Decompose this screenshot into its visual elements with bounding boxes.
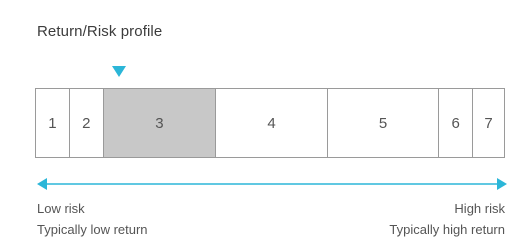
risk-scale: 1 2 3 4 5 6 7 [35,88,505,158]
risk-level-5: 5 [328,89,440,157]
high-risk-label: High risk [454,201,505,216]
risk-level-3: 3 [103,89,217,157]
high-return-label: Typically high return [389,222,505,237]
low-return-label: Typically low return [37,222,148,237]
risk-level-2: 2 [70,89,104,157]
risk-level-4: 4 [216,89,328,157]
risk-level-7: 7 [484,114,493,132]
double-arrow-icon [37,178,507,190]
low-risk-label: Low risk [37,201,85,216]
risk-level-1: 1 [36,89,70,157]
return-risk-profile: Return/Risk profile 1 2 3 4 5 6 7 Low ri… [0,0,519,250]
risk-level-6: 6 [439,89,474,157]
profile-title: Return/Risk profile [37,23,163,40]
selected-level-marker-icon [112,66,126,77]
